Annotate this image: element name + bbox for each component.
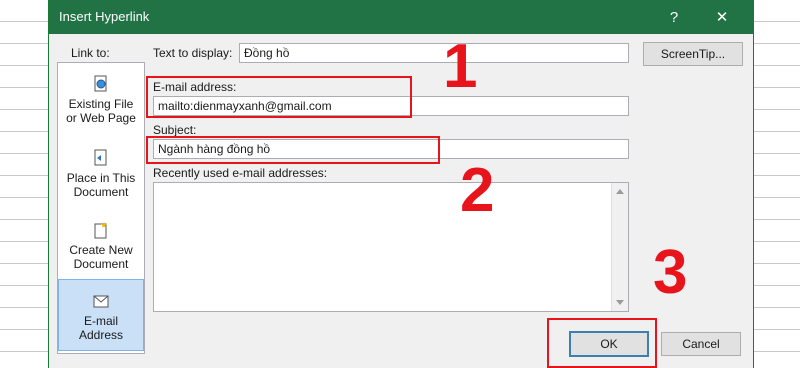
- document-bookmark-icon: [94, 149, 107, 166]
- sidebar-item-label: Existing File or Web Page: [66, 97, 136, 125]
- title-bar: Insert Hyperlink ? ✕: [49, 0, 753, 34]
- scroll-down-icon[interactable]: [616, 300, 624, 305]
- sidebar-item-label: Place in This Document: [66, 171, 136, 199]
- link-to-label: Link to:: [71, 46, 110, 60]
- sidebar-item-label: Create New Document: [69, 243, 133, 271]
- close-button[interactable]: ✕: [707, 4, 737, 30]
- spreadsheet-background-left: [0, 0, 49, 368]
- email-icon: [93, 295, 109, 308]
- scroll-up-icon[interactable]: [616, 189, 624, 194]
- sidebar-item-existing-file[interactable]: Existing File or Web Page: [58, 75, 144, 147]
- recent-addresses-label: Recently used e-mail addresses:: [153, 166, 328, 180]
- annotation-box-2: [146, 136, 440, 164]
- screentip-button[interactable]: ScreenTip...: [643, 42, 743, 66]
- annotation-number-1: 1: [443, 32, 478, 101]
- recent-addresses-list[interactable]: [153, 182, 629, 312]
- annotation-box-1: [146, 76, 412, 118]
- sidebar-item-email-address[interactable]: E-mail Address: [58, 279, 144, 351]
- spreadsheet-background-right: [753, 0, 800, 368]
- new-document-icon: [94, 222, 107, 239]
- subject-label: Subject:: [153, 123, 197, 137]
- globe-page-icon: [94, 75, 107, 92]
- annotation-box-3: [547, 318, 657, 368]
- text-to-display-label: Text to display:: [153, 46, 233, 60]
- annotation-number-2: 2: [460, 156, 495, 225]
- recent-addresses-scrollbar[interactable]: [611, 183, 628, 311]
- close-icon: ✕: [715, 9, 729, 26]
- cancel-button[interactable]: Cancel: [661, 332, 741, 356]
- text-to-display-input[interactable]: Đồng hồ: [239, 43, 629, 63]
- help-button[interactable]: ?: [659, 4, 689, 30]
- annotation-number-3: 3: [653, 238, 688, 307]
- help-icon: ?: [669, 8, 679, 26]
- insert-hyperlink-dialog: Insert Hyperlink ? ✕ Link to: Existing F…: [48, 0, 754, 368]
- link-to-sidebar: Existing File or Web Page Place in This Do…: [57, 62, 145, 354]
- sidebar-item-place-in-document[interactable]: Place in This Document: [58, 149, 144, 221]
- dialog-title: Insert Hyperlink: [59, 9, 150, 24]
- sidebar-item-label: E-mail Address: [78, 314, 124, 342]
